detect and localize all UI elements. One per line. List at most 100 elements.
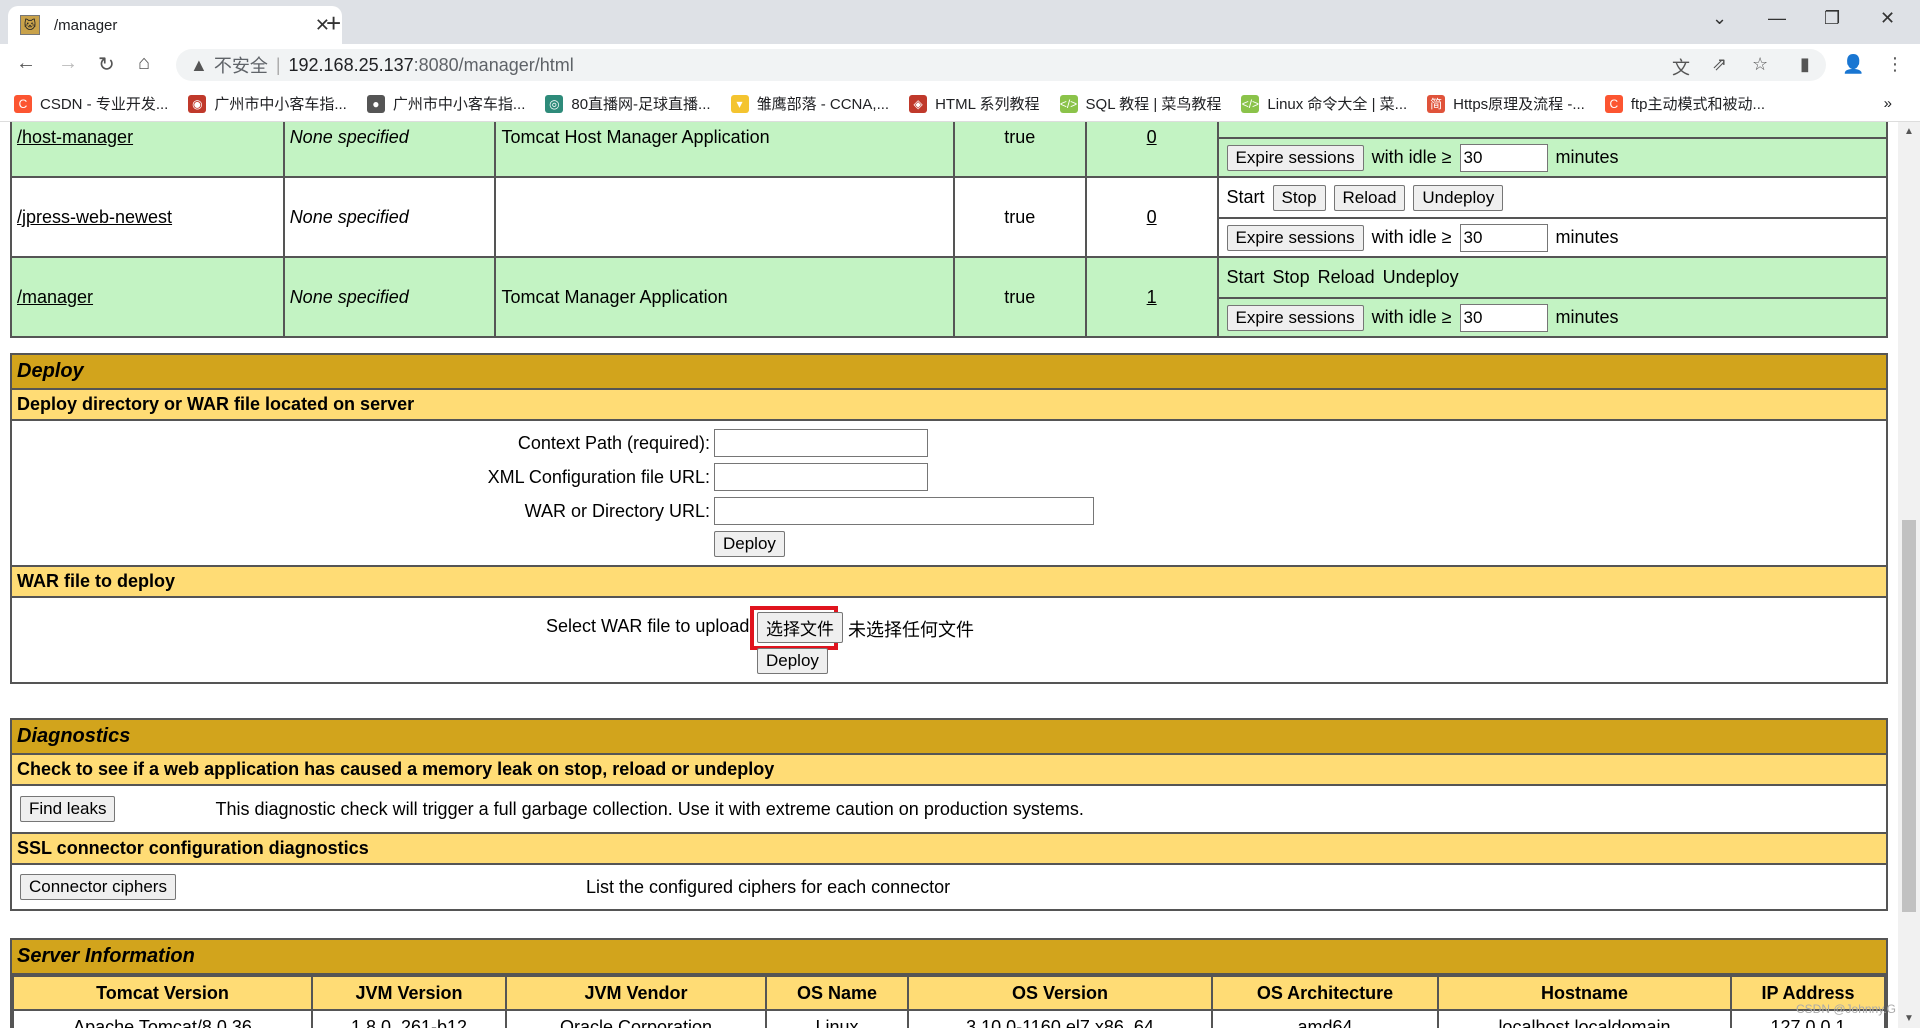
reload-icon[interactable]: ↻: [98, 52, 115, 77]
idle-minutes-input[interactable]: [1459, 223, 1548, 252]
bookmark-item[interactable]: </> Linux 命令大全 | 菜...: [1241, 93, 1407, 114]
restore-icon[interactable]: ❐: [1824, 8, 1840, 29]
expire-sessions-button[interactable]: Expire sessions: [1226, 144, 1364, 171]
side-panel-icon[interactable]: ▮: [1800, 54, 1810, 75]
context-path-input[interactable]: [714, 429, 928, 457]
bookmark-favicon-icon: C: [1604, 94, 1623, 113]
bookmark-favicon-icon: ●: [366, 94, 385, 113]
more-bookmarks-icon[interactable]: »: [1884, 95, 1892, 112]
bookmark-item[interactable]: ◉ 广州市中小客车指...: [188, 93, 347, 114]
bookmark-label: 雏鹰部落 - CCNA,...: [756, 96, 890, 113]
app-running: true: [952, 176, 1087, 258]
profile-avatar-icon[interactable]: 👤: [1842, 54, 1864, 75]
app-display-name: Tomcat Manager Application: [494, 256, 955, 338]
url-path: :8080/manager/html: [413, 54, 574, 75]
table-row: /manager None specified Tomcat Manager A…: [10, 256, 1889, 338]
with-idle-label: with idle ≥: [1371, 307, 1452, 327]
minimize-icon[interactable]: —: [1768, 8, 1786, 29]
app-sessions-link[interactable]: 0: [1147, 207, 1157, 227]
war-upload-subtitle: WAR file to deploy: [12, 567, 1886, 598]
expire-sessions-button[interactable]: Expire sessions: [1226, 304, 1364, 331]
share-icon[interactable]: ⇗: [1712, 54, 1727, 75]
server-info-header: OS Name: [765, 975, 909, 1011]
reload-text: Reload: [1317, 267, 1375, 287]
stop-text: Stop: [1272, 267, 1310, 287]
applications-table: /host-manager None specified Tomcat Host…: [10, 122, 1889, 338]
back-icon[interactable]: ←: [16, 52, 36, 75]
bookmark-star-icon[interactable]: ☆: [1752, 54, 1768, 75]
app-path-link[interactable]: /manager: [17, 287, 93, 307]
server-info-header: OS Version: [907, 975, 1213, 1011]
watermark: CSDN @Johnny.G: [1796, 1002, 1896, 1016]
war-dir-input[interactable]: [714, 497, 1094, 525]
app-sessions-link[interactable]: 1: [1147, 287, 1157, 307]
bookmark-label: Https原理及流程 -...: [1453, 96, 1585, 113]
select-war-label: Select WAR file to upload: [546, 616, 750, 636]
browser-tab[interactable]: 🐱 /manager ✕: [8, 6, 342, 44]
bookmark-favicon-icon: ◉: [188, 94, 207, 113]
deploy-server-subtitle: Deploy directory or WAR file located on …: [12, 390, 1886, 421]
xml-config-input[interactable]: [714, 463, 928, 491]
bookmark-favicon-icon: 简: [1427, 94, 1446, 113]
bookmark-label: Linux 命令大全 | 菜...: [1267, 96, 1408, 113]
tab-search-icon[interactable]: ⌄: [1712, 8, 1727, 29]
home-icon[interactable]: ⌂: [138, 52, 150, 75]
deploy-server-button[interactable]: Deploy: [714, 531, 785, 557]
idle-minutes-input[interactable]: [1459, 143, 1548, 172]
find-leaks-button[interactable]: Find leaks: [20, 796, 116, 822]
bookmark-item[interactable]: ▾ 雏鹰部落 - CCNA,...: [730, 93, 890, 114]
bookmark-item[interactable]: ● 广州市中小客车指...: [366, 93, 525, 114]
bookmark-item[interactable]: ◈ HTML 系列教程: [909, 93, 1040, 114]
warning-icon: ▲: [190, 54, 208, 75]
choose-file-button[interactable]: 选择文件: [757, 612, 843, 643]
new-tab-button[interactable]: +: [326, 8, 341, 39]
app-path-link[interactable]: /jpress-web-newest: [17, 207, 172, 227]
bookmark-item[interactable]: C CSDN - 专业开发...: [14, 93, 168, 114]
server-info-header: JVM Version: [311, 975, 507, 1011]
no-file-text: 未选择任何文件: [848, 620, 974, 640]
bookmark-favicon-icon: ◎: [545, 94, 564, 113]
bookmark-item[interactable]: 简 Https原理及流程 -...: [1427, 93, 1585, 114]
address-bar[interactable]: ▲ 不安全 | 192.168.25.137:8080/manager/html: [176, 49, 1826, 81]
scroll-down-icon[interactable]: ▼: [1904, 1013, 1914, 1024]
start-text: Start: [1226, 187, 1265, 207]
upload-deploy-button[interactable]: Deploy: [757, 648, 828, 674]
app-sessions-link[interactable]: 0: [1147, 127, 1157, 147]
app-sessions-cell: 1: [1084, 256, 1219, 338]
bookmark-label: CSDN - 专业开发...: [40, 96, 169, 113]
app-path-cell: /host-manager: [10, 122, 285, 178]
expire-sessions-button[interactable]: Expire sessions: [1226, 224, 1364, 251]
bookmark-item[interactable]: ◎ 80直播网-足球直播...: [545, 93, 711, 114]
app-running: true: [952, 256, 1087, 338]
idle-minutes-input[interactable]: [1459, 303, 1548, 332]
reload-button[interactable]: Reload: [1333, 184, 1406, 211]
undeploy-button[interactable]: Undeploy: [1413, 184, 1504, 211]
server-info-title: Server Information: [12, 940, 1886, 975]
bookmark-favicon-icon: </>: [1241, 94, 1260, 113]
app-display-name: [494, 176, 955, 258]
bookmark-item[interactable]: </> SQL 教程 | 菜鸟教程: [1059, 93, 1221, 114]
scroll-up-icon[interactable]: ▲: [1904, 126, 1914, 137]
translate-icon[interactable]: 文: [1672, 54, 1690, 80]
table-row: /jpress-web-newest None specified true 0…: [10, 176, 1889, 258]
app-version: None specified: [282, 256, 497, 338]
bookmark-favicon-icon: ▾: [730, 94, 749, 113]
stop-button[interactable]: Stop: [1272, 184, 1326, 211]
forward-icon[interactable]: →: [58, 52, 78, 75]
connector-ciphers-button[interactable]: Connector ciphers: [20, 874, 176, 900]
close-window-icon[interactable]: ✕: [1880, 8, 1895, 29]
expire-row: Expire sessions with idle ≥ minutes: [1218, 137, 1886, 176]
app-path-link[interactable]: /host-manager: [17, 127, 133, 147]
context-path-label: Context Path (required):: [517, 432, 710, 453]
scrollbar-thumb[interactable]: [1902, 520, 1916, 912]
menu-icon[interactable]: ⋮: [1886, 54, 1904, 75]
bookmark-label: 80直播网-足球直播...: [571, 96, 711, 113]
bookmark-item[interactable]: Cftp主动模式和被动...: [1604, 93, 1765, 114]
tomcat-favicon-icon: 🐱: [20, 15, 40, 35]
deploy-section: Deploy Deploy directory or WAR file loca…: [10, 353, 1888, 684]
app-sessions-cell: 0: [1084, 176, 1219, 258]
insecure-label: 不安全: [213, 56, 268, 76]
app-path-cell: /jpress-web-newest: [10, 176, 285, 258]
start-text: Start: [1226, 267, 1265, 287]
server-info-value: amd64: [1211, 1009, 1439, 1028]
